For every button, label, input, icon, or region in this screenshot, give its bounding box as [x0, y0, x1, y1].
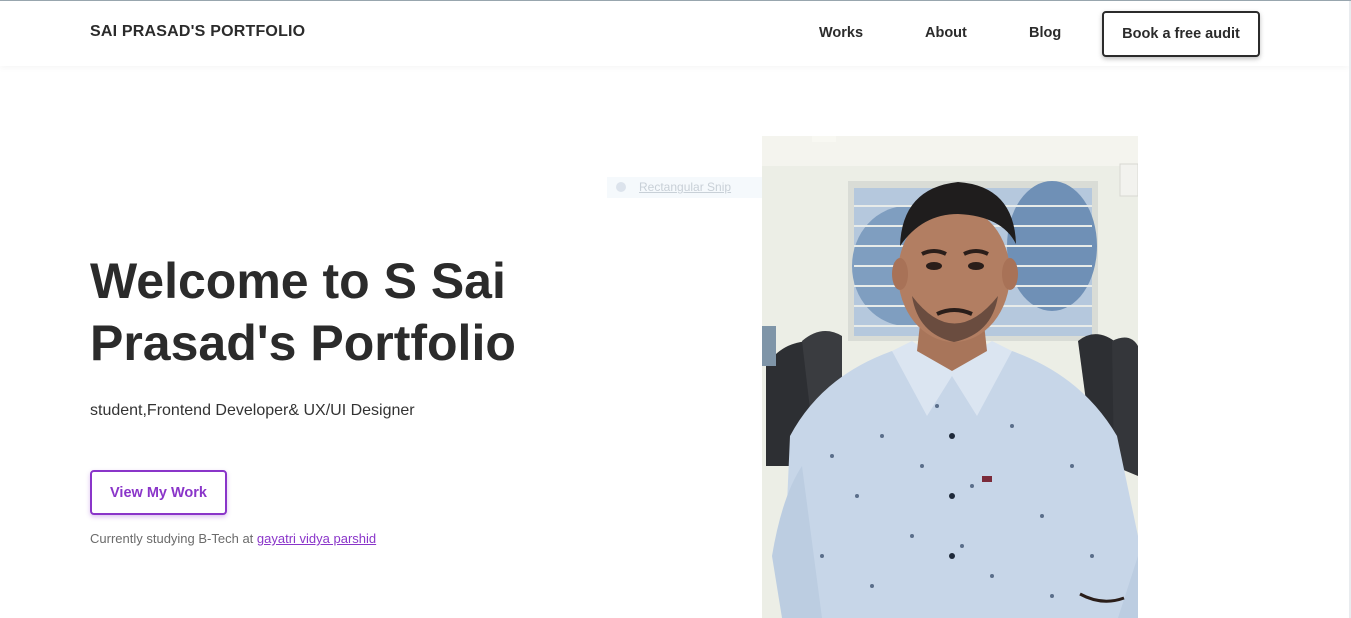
book-audit-button[interactable]: Book a free audit [1102, 11, 1260, 57]
study-prefix: Currently studying B-Tech at [90, 531, 257, 546]
nav-blog-link[interactable]: Blog [1029, 25, 1061, 41]
profile-photo [762, 136, 1138, 618]
study-info: Currently studying B-Tech at gayatri vid… [90, 531, 376, 546]
snip-mode-icon [616, 182, 626, 192]
view-my-work-button[interactable]: View My Work [90, 470, 227, 515]
college-link[interactable]: gayatri vidya parshid [257, 531, 376, 546]
nav-works-link[interactable]: Works [819, 25, 863, 41]
nav-about-link[interactable]: About [925, 25, 967, 41]
profile-photo-illustration [762, 136, 1138, 618]
hero-subtitle: student,Frontend Developer& UX/UI Design… [90, 402, 415, 419]
hero-title: Welcome to S Sai Prasad's Portfolio [90, 253, 516, 371]
site-header: SAI PRASAD'S PORTFOLIO Works About Blog … [0, 1, 1349, 66]
snip-label: Rectangular Snip [639, 180, 732, 194]
brand-logo[interactable]: SAI PRASAD'S PORTFOLIO [90, 23, 305, 41]
rectangular-snip-overlay: Rectangular Snip [607, 177, 779, 198]
